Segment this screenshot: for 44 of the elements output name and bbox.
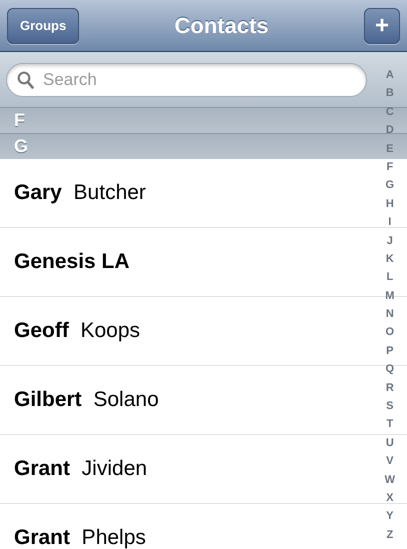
section-letter: G bbox=[14, 136, 28, 157]
index-letter[interactable]: Q bbox=[386, 360, 394, 379]
window-title: Contacts bbox=[174, 12, 269, 38]
index-letter[interactable]: G bbox=[386, 176, 394, 195]
index-letter[interactable]: S bbox=[386, 397, 394, 416]
index-letter[interactable]: J bbox=[386, 232, 393, 250]
index-letter[interactable]: B bbox=[386, 84, 394, 103]
index-letter[interactable]: K bbox=[386, 250, 394, 268]
index-letter[interactable]: U bbox=[386, 434, 394, 452]
index-letter[interactable]: H bbox=[386, 194, 394, 214]
index-letter[interactable]: M bbox=[385, 286, 394, 306]
index-letter[interactable]: N bbox=[386, 305, 394, 324]
contact-name: Geoff Koops bbox=[14, 319, 140, 343]
index-letter[interactable]: I bbox=[388, 213, 392, 232]
index-letter[interactable]: Y bbox=[386, 507, 394, 526]
index-letter[interactable]: T bbox=[386, 415, 394, 434]
index-letter[interactable]: O bbox=[386, 323, 394, 342]
index-letter[interactable]: W bbox=[384, 470, 395, 489]
index-letter[interactable]: V bbox=[386, 452, 394, 471]
contact-name: Genesis LA bbox=[14, 250, 130, 274]
contact-row[interactable]: Grant Jividen bbox=[0, 435, 360, 503]
search-field[interactable]: Search bbox=[6, 62, 367, 96]
index-letter[interactable]: R bbox=[386, 378, 394, 398]
contact-row[interactable]: Gilbert Solano bbox=[0, 366, 360, 434]
groups-button[interactable]: Groups bbox=[7, 8, 80, 44]
contact-row[interactable]: Genesis LA bbox=[0, 228, 360, 296]
index-letter[interactable]: D bbox=[386, 121, 394, 140]
index-letter[interactable]: P bbox=[386, 342, 394, 360]
index-letter[interactable]: L bbox=[386, 268, 394, 287]
index-letter[interactable]: Z bbox=[386, 526, 394, 544]
search-icon bbox=[17, 70, 34, 88]
contact-name: Grant Phelps bbox=[14, 526, 146, 549]
index-letter[interactable]: F bbox=[386, 158, 394, 176]
contact-row[interactable]: Gary Butcher bbox=[0, 159, 360, 227]
add-button[interactable]: + bbox=[364, 8, 400, 44]
contact-name: Gary Butcher bbox=[14, 181, 146, 205]
contact-name: Grant Jividen bbox=[14, 457, 148, 481]
contact-row[interactable]: Grant Phelps bbox=[0, 504, 360, 549]
index-letter[interactable]: X bbox=[386, 488, 394, 508]
section-letter: F bbox=[14, 110, 25, 131]
contact-name: Gilbert Solano bbox=[14, 388, 159, 412]
index-letter[interactable]: E bbox=[386, 140, 394, 158]
index-letter[interactable]: A bbox=[386, 66, 394, 84]
contact-row[interactable]: Geoff Koops bbox=[0, 297, 360, 365]
